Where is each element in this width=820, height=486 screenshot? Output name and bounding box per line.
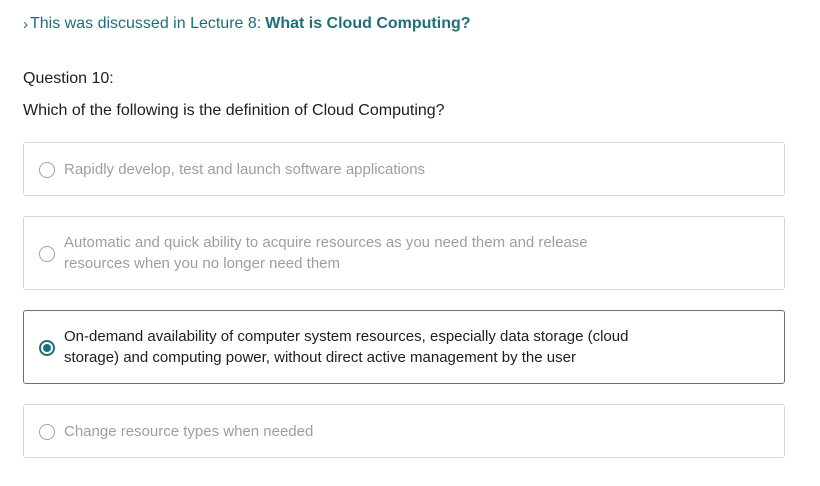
radio-button-selected[interactable] [39, 340, 55, 356]
answer-option-label: Automatic and quick ability to acquire r… [64, 234, 588, 272]
radio-button[interactable] [39, 246, 55, 262]
answer-option-1[interactable]: Rapidly develop, test and launch softwar… [23, 142, 785, 196]
answer-option-label: Change resource types when needed [64, 423, 314, 440]
answer-option-label: On-demand availability of computer syste… [64, 328, 629, 366]
chevron-right-icon: › [23, 15, 28, 33]
radio-button[interactable] [39, 162, 55, 178]
answer-option-label: Rapidly develop, test and launch softwar… [64, 161, 426, 178]
lecture-title[interactable]: What is Cloud Computing? [265, 15, 470, 33]
lecture-reference-link[interactable]: › This was discussed in Lecture 8: What … [23, 15, 471, 33]
answer-option-4[interactable]: Change resource types when needed [23, 404, 785, 458]
answer-option-3[interactable]: On-demand availability of computer syste… [23, 310, 785, 384]
answer-option-2[interactable]: Automatic and quick ability to acquire r… [23, 216, 785, 290]
question-number: Question 10: [23, 70, 114, 87]
lecture-reference-prefix: This was discussed in Lecture 8: [30, 15, 262, 32]
radio-button[interactable] [39, 424, 55, 440]
question-text: Which of the following is the definition… [23, 102, 445, 119]
